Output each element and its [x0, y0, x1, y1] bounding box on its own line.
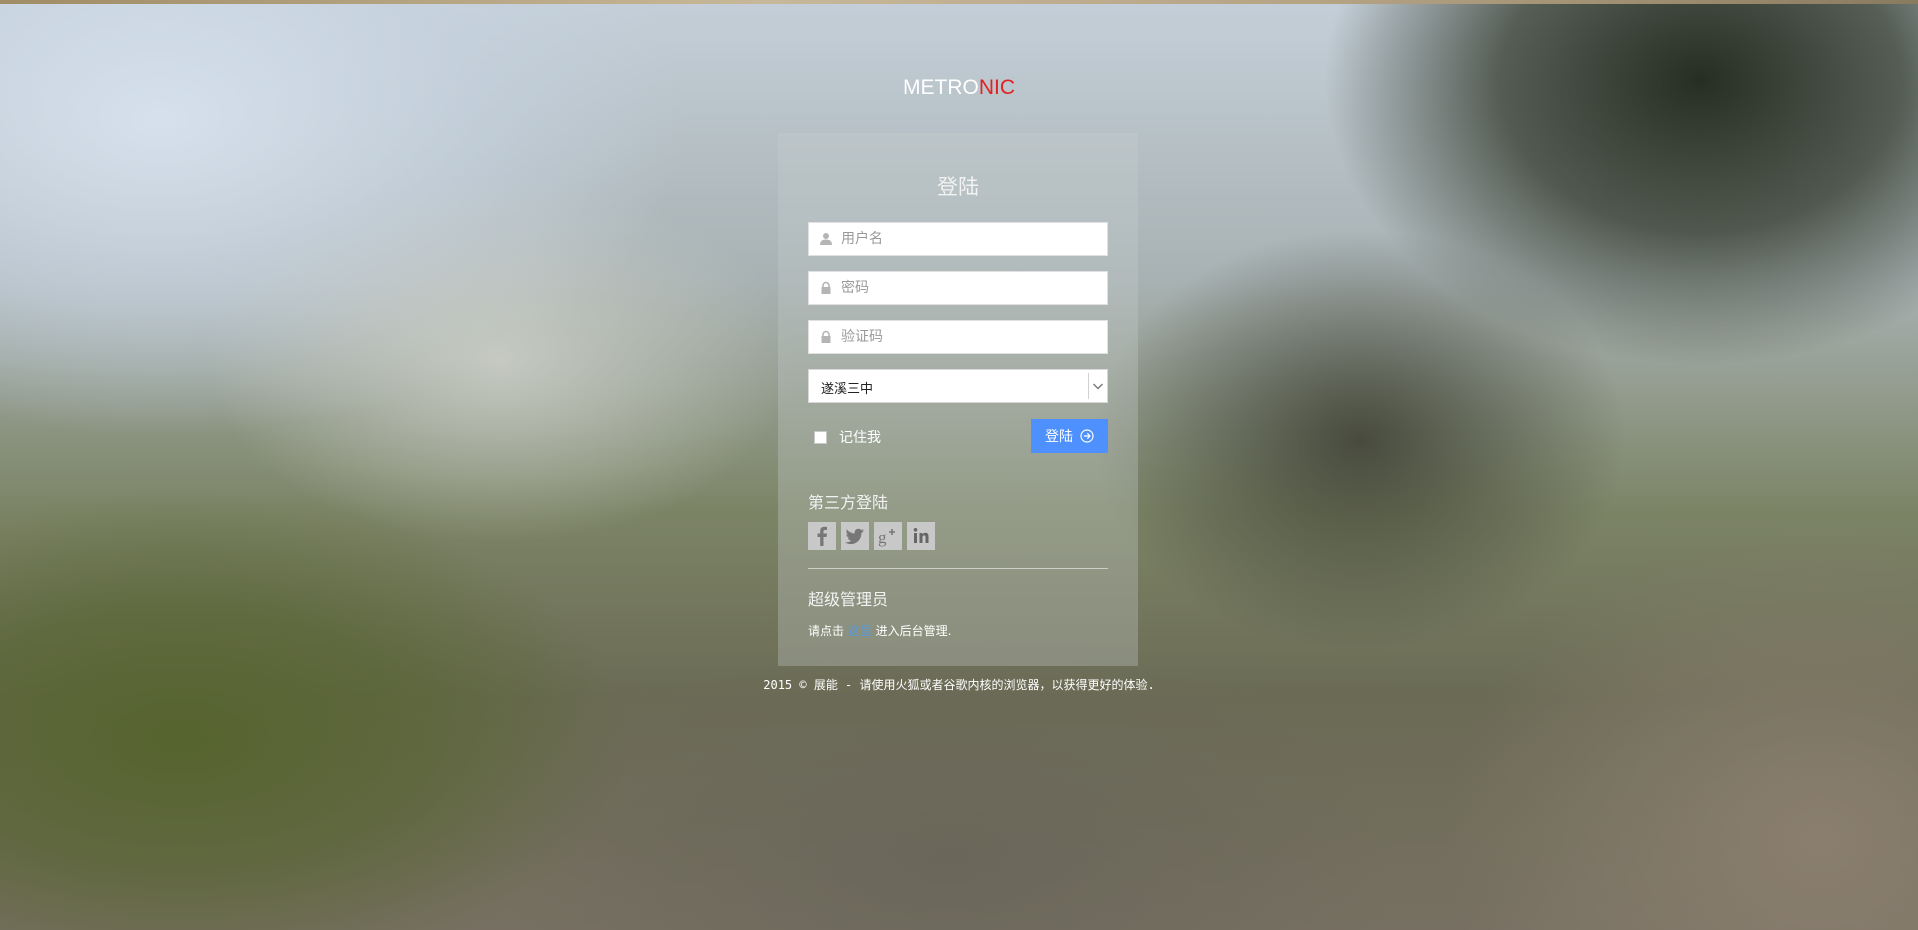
login-panel: 登陆 遂溪三中 记住我 登陆 [778, 133, 1138, 666]
admin-text-after: 进入后台管理. [871, 624, 952, 638]
login-title: 登陆 [937, 175, 979, 199]
select-divider [1088, 373, 1089, 399]
arrow-circle-right-icon [1080, 429, 1094, 443]
facebook-icon [817, 526, 827, 546]
lock-icon [821, 281, 831, 294]
login-button-label: 登陆 [1045, 429, 1073, 445]
twitter-icon [845, 528, 864, 545]
school-select-value: 遂溪三中 [821, 382, 874, 397]
login-button[interactable]: 登陆 [1031, 419, 1108, 453]
logo-accent: NIC [978, 76, 1015, 99]
logo-main: METRO [903, 76, 979, 99]
googleplus-icon: g [878, 528, 895, 547]
remember-checkbox[interactable] [814, 430, 827, 444]
remember-me[interactable]: 记住我 [814, 427, 881, 447]
remember-label: 记住我 [839, 430, 881, 446]
admin-text-before: 请点击 [808, 624, 848, 638]
admin-link[interactable]: 这里 [848, 624, 872, 638]
admin-title: 超级管理员 [808, 590, 889, 609]
facebook-button[interactable] [808, 522, 836, 550]
twitter-button[interactable] [841, 522, 869, 550]
linkedin-icon [913, 528, 929, 543]
password-field[interactable] [808, 271, 1108, 305]
username-input[interactable] [841, 223, 1101, 255]
user-icon [820, 233, 832, 245]
logo: METRONIC [0, 76, 1918, 100]
admin-text: 请点击 这里 进入后台管理. [808, 622, 951, 639]
chevron-down-icon[interactable] [1092, 381, 1104, 391]
school-select[interactable]: 遂溪三中 [808, 369, 1108, 403]
footer: 2015 © 展能 - 请使用火狐或者谷歌内核的浏览器，以获得更好的体验. [763, 678, 1155, 692]
top-strip [0, 0, 1918, 4]
divider [808, 568, 1108, 569]
captcha-input[interactable] [841, 321, 1101, 353]
social-login-title: 第三方登陆 [808, 493, 889, 512]
linkedin-button[interactable] [907, 522, 935, 550]
captcha-field[interactable] [808, 320, 1108, 354]
googleplus-button[interactable]: g [874, 522, 902, 550]
username-field[interactable] [808, 222, 1108, 256]
lock-icon [821, 330, 831, 343]
svg-text:g: g [878, 528, 887, 547]
password-input[interactable] [841, 272, 1101, 304]
